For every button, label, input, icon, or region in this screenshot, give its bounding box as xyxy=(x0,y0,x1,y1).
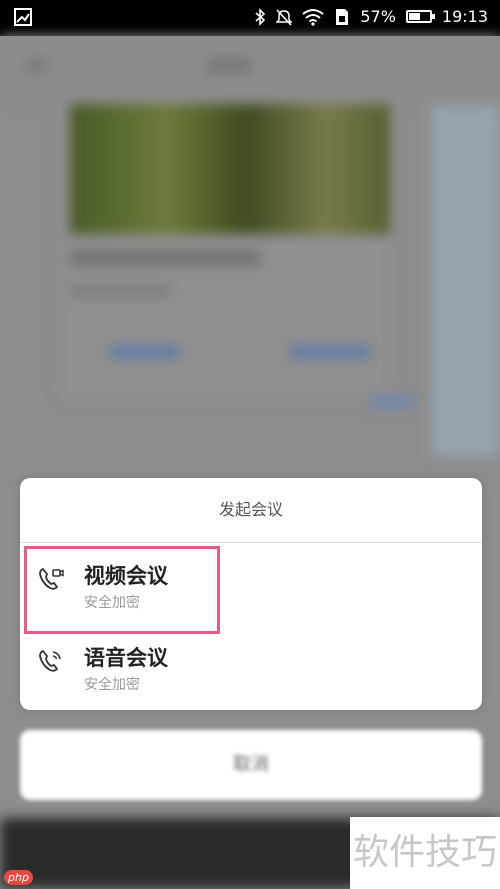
background-header: 20 2020 ··· xyxy=(0,36,500,100)
battery-percent: 57% xyxy=(360,7,396,26)
background-link xyxy=(370,396,414,408)
video-meeting-option[interactable]: 视频会议 安全加密 xyxy=(20,542,482,624)
battery-icon xyxy=(405,10,435,23)
watermark: 软件技巧 xyxy=(350,817,500,889)
background-text xyxy=(70,286,170,296)
back-icon: 20 xyxy=(26,56,47,75)
voice-meeting-subtitle: 安全加密 xyxy=(84,677,140,693)
sim-icon xyxy=(336,8,349,25)
video-call-icon xyxy=(39,567,64,590)
battery-fill xyxy=(408,13,421,20)
status-bar: 57% 19:13 xyxy=(0,0,500,36)
sheet-title: 发起会议 xyxy=(20,478,482,543)
video-meeting-label: 视频会议 xyxy=(84,564,168,588)
bluetooth-icon xyxy=(255,7,266,26)
php-logo: php xyxy=(4,870,33,885)
start-meeting-sheet: 发起会议 视频会议 安全加密 语音会议 安全加密 xyxy=(20,478,482,710)
clock: 19:13 xyxy=(441,7,488,26)
voice-meeting-label: 语音会议 xyxy=(84,646,168,670)
background-side-panel xyxy=(432,106,500,456)
cancel-button[interactable]: 取消 xyxy=(20,730,482,800)
wifi-icon xyxy=(302,8,324,26)
voice-meeting-option[interactable]: 语音会议 安全加密 xyxy=(20,624,482,706)
background-link xyxy=(290,346,370,358)
mute-icon xyxy=(276,8,293,26)
more-icon: ··· xyxy=(456,54,474,75)
background-title: 2020 xyxy=(205,56,251,77)
background-text xyxy=(70,251,260,265)
image-icon xyxy=(14,8,32,26)
background-photo xyxy=(70,104,390,234)
background-link xyxy=(110,346,180,358)
voice-call-icon xyxy=(39,649,61,672)
video-meeting-subtitle: 安全加密 xyxy=(84,595,140,611)
